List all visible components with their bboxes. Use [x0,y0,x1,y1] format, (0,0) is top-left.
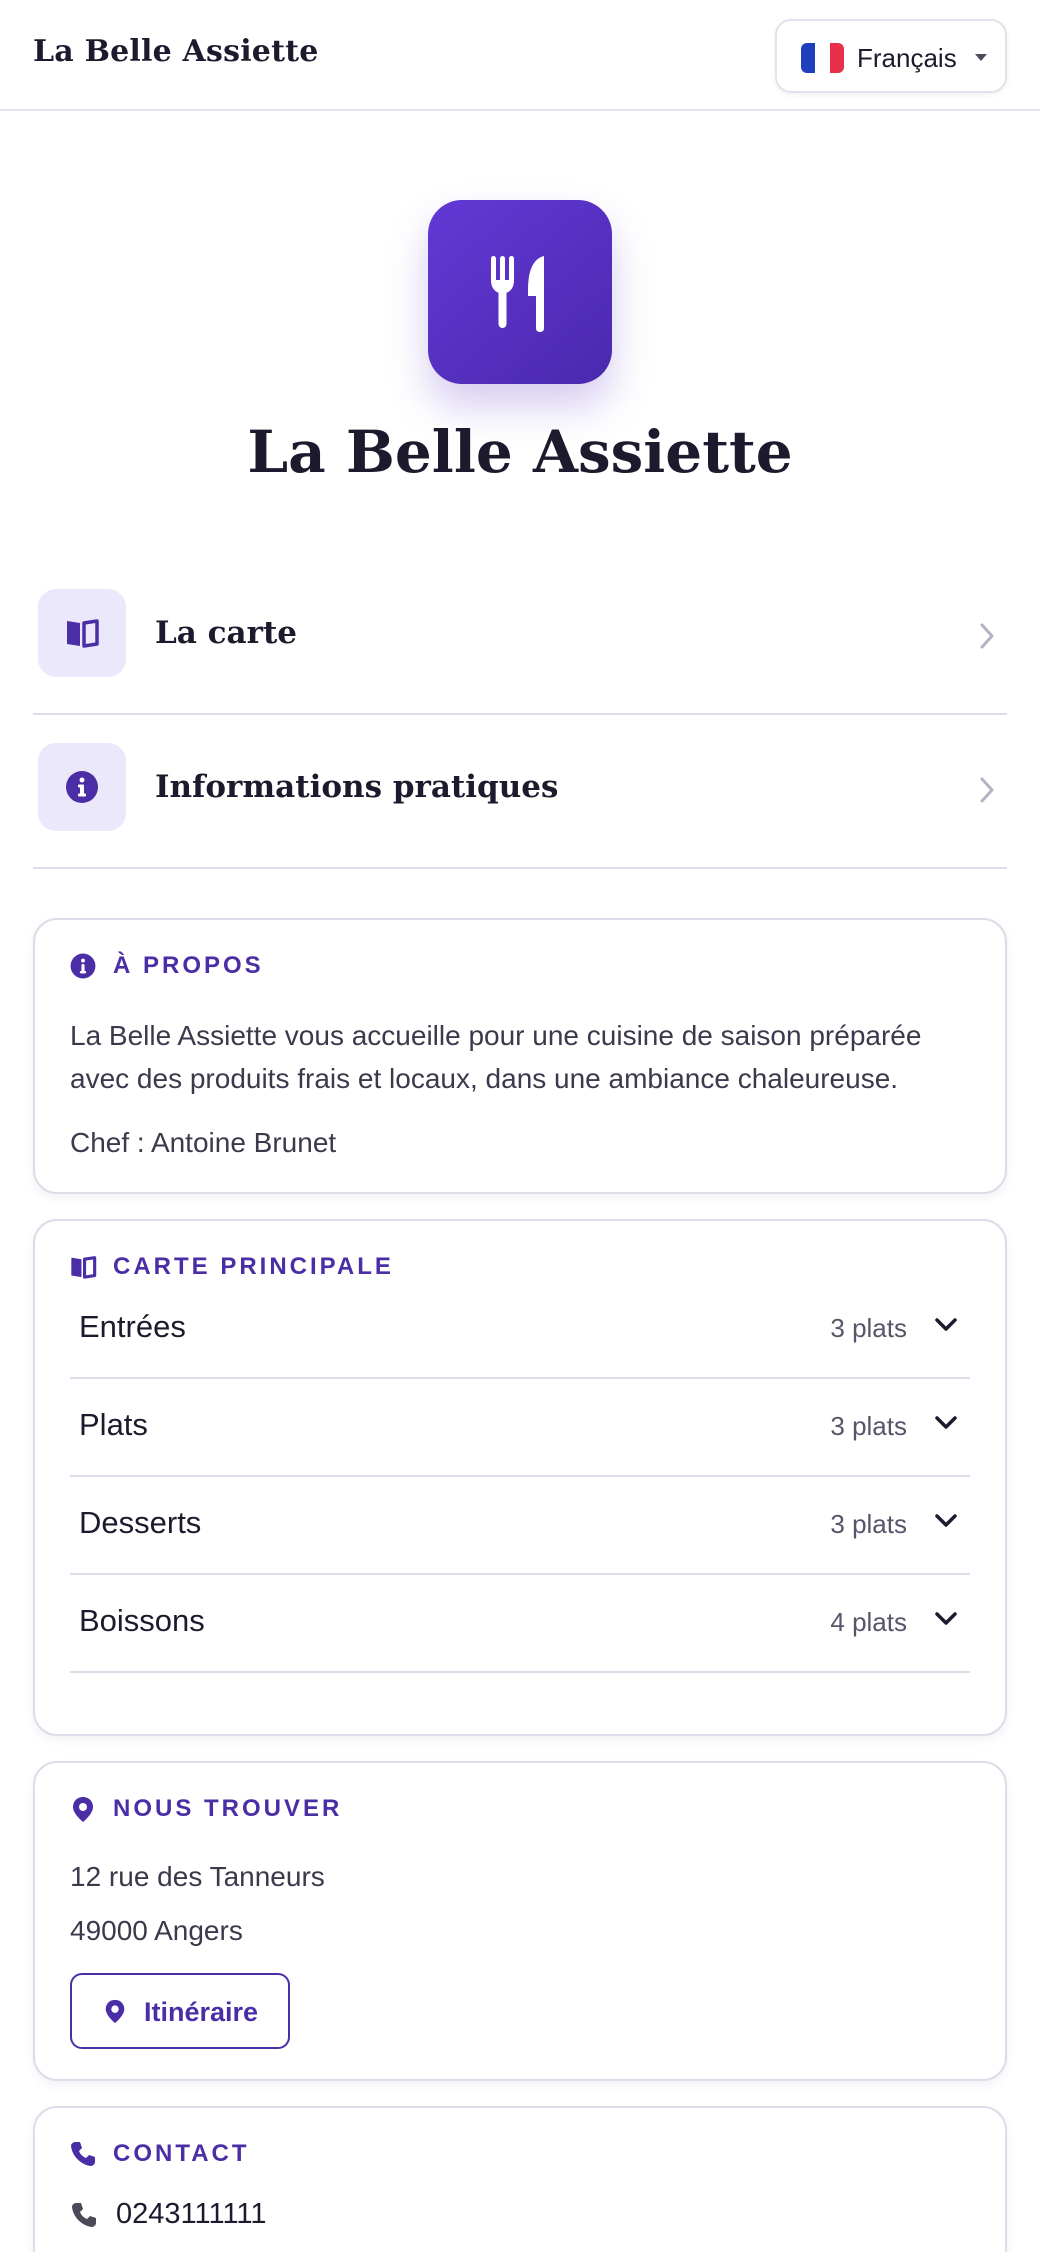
location-heading-label: NOUS TROUVER [113,1795,343,1822]
chef-name: Chef : Antoine Brunet [70,1127,337,1158]
book-icon [71,1256,97,1279]
info-icon [70,953,96,979]
about-description-line-2: avec des produits frais et locaux, dans … [70,1063,899,1094]
chevron-right-icon [980,777,994,803]
language-label: Français [857,43,957,73]
top-bar: La Belle Assiette Français [0,0,1040,111]
map-pin-icon [105,1999,125,2024]
nav-label-practical-info: Informations pratiques [155,769,559,805]
phone-link[interactable]: 0243111111 [70,2198,267,2231]
info-icon-tile [38,743,126,831]
category-count: 3 plats [830,1411,907,1441]
category-count: 4 plats [830,1607,907,1637]
directions-button[interactable]: Itinéraire [70,1973,290,2049]
category-name: Desserts [79,1505,202,1540]
contact-heading-label: CONTACT [113,2140,250,2167]
menu-heading: CARTE PRINCIPALE [69,1253,394,1281]
nav-item-menu[interactable]: La carte [33,563,1007,715]
chevron-down-icon [935,1514,957,1527]
about-description-line-1: La Belle Assiette vous accueille pour un… [70,1020,922,1051]
about-heading-label: À PROPOS [113,952,264,979]
category-row-boissons[interactable]: Boissons 4 plats [70,1575,970,1673]
category-count: 3 plats [830,1509,907,1539]
chevron-down-icon [935,1318,957,1331]
restaurant-title: La Belle Assiette [247,418,793,486]
directions-label: Itinéraire [144,1997,259,2027]
address-street: 12 rue des Tanneurs [70,1861,325,1892]
menu-heading-label: CARTE PRINCIPALE [113,1253,394,1280]
category-row-desserts[interactable]: Desserts 3 plats [70,1477,970,1575]
address-city: 49000 Angers [70,1915,243,1946]
contact-heading: CONTACT [69,2140,250,2168]
phone-icon [72,2202,96,2227]
category-row-entrees[interactable]: Entrées 3 plats [70,1281,970,1379]
category-row-plats[interactable]: Plats 3 plats [70,1379,970,1477]
about-card: À PROPOS La Belle Assiette vous accueill… [33,918,1007,1194]
category-name: Plats [79,1407,148,1442]
category-name: Boissons [79,1603,205,1638]
info-icon [66,771,98,803]
book-icon-tile [38,589,126,677]
menu-card: CARTE PRINCIPALE Entrées 3 plats Plats 3… [33,1219,1007,1736]
restaurant-logo [428,200,612,384]
contact-card: CONTACT 0243111111 [33,2106,1007,2252]
phone-number: 0243111111 [116,2198,267,2230]
phone-icon [71,2142,95,2166]
category-count: 3 plats [830,1313,907,1343]
map-pin-icon [73,1797,93,1822]
chevron-right-icon [980,623,994,649]
utensils-icon [491,256,544,332]
france-flag-icon [801,43,844,73]
chevron-down-icon [935,1612,957,1625]
book-icon [67,619,99,648]
nav-label-menu: La carte [155,615,298,651]
category-name: Entrées [79,1309,186,1344]
language-selector[interactable]: Français [775,19,1007,93]
location-heading: NOUS TROUVER [69,1795,342,1823]
chevron-down-icon [935,1416,957,1429]
brand-name[interactable]: La Belle Assiette [33,34,319,69]
caret-down-icon [975,54,987,61]
location-card: NOUS TROUVER 12 rue des Tanneurs 49000 A… [33,1761,1007,2081]
nav-item-practical-info[interactable]: Informations pratiques [33,717,1007,869]
about-heading: À PROPOS [69,952,264,980]
